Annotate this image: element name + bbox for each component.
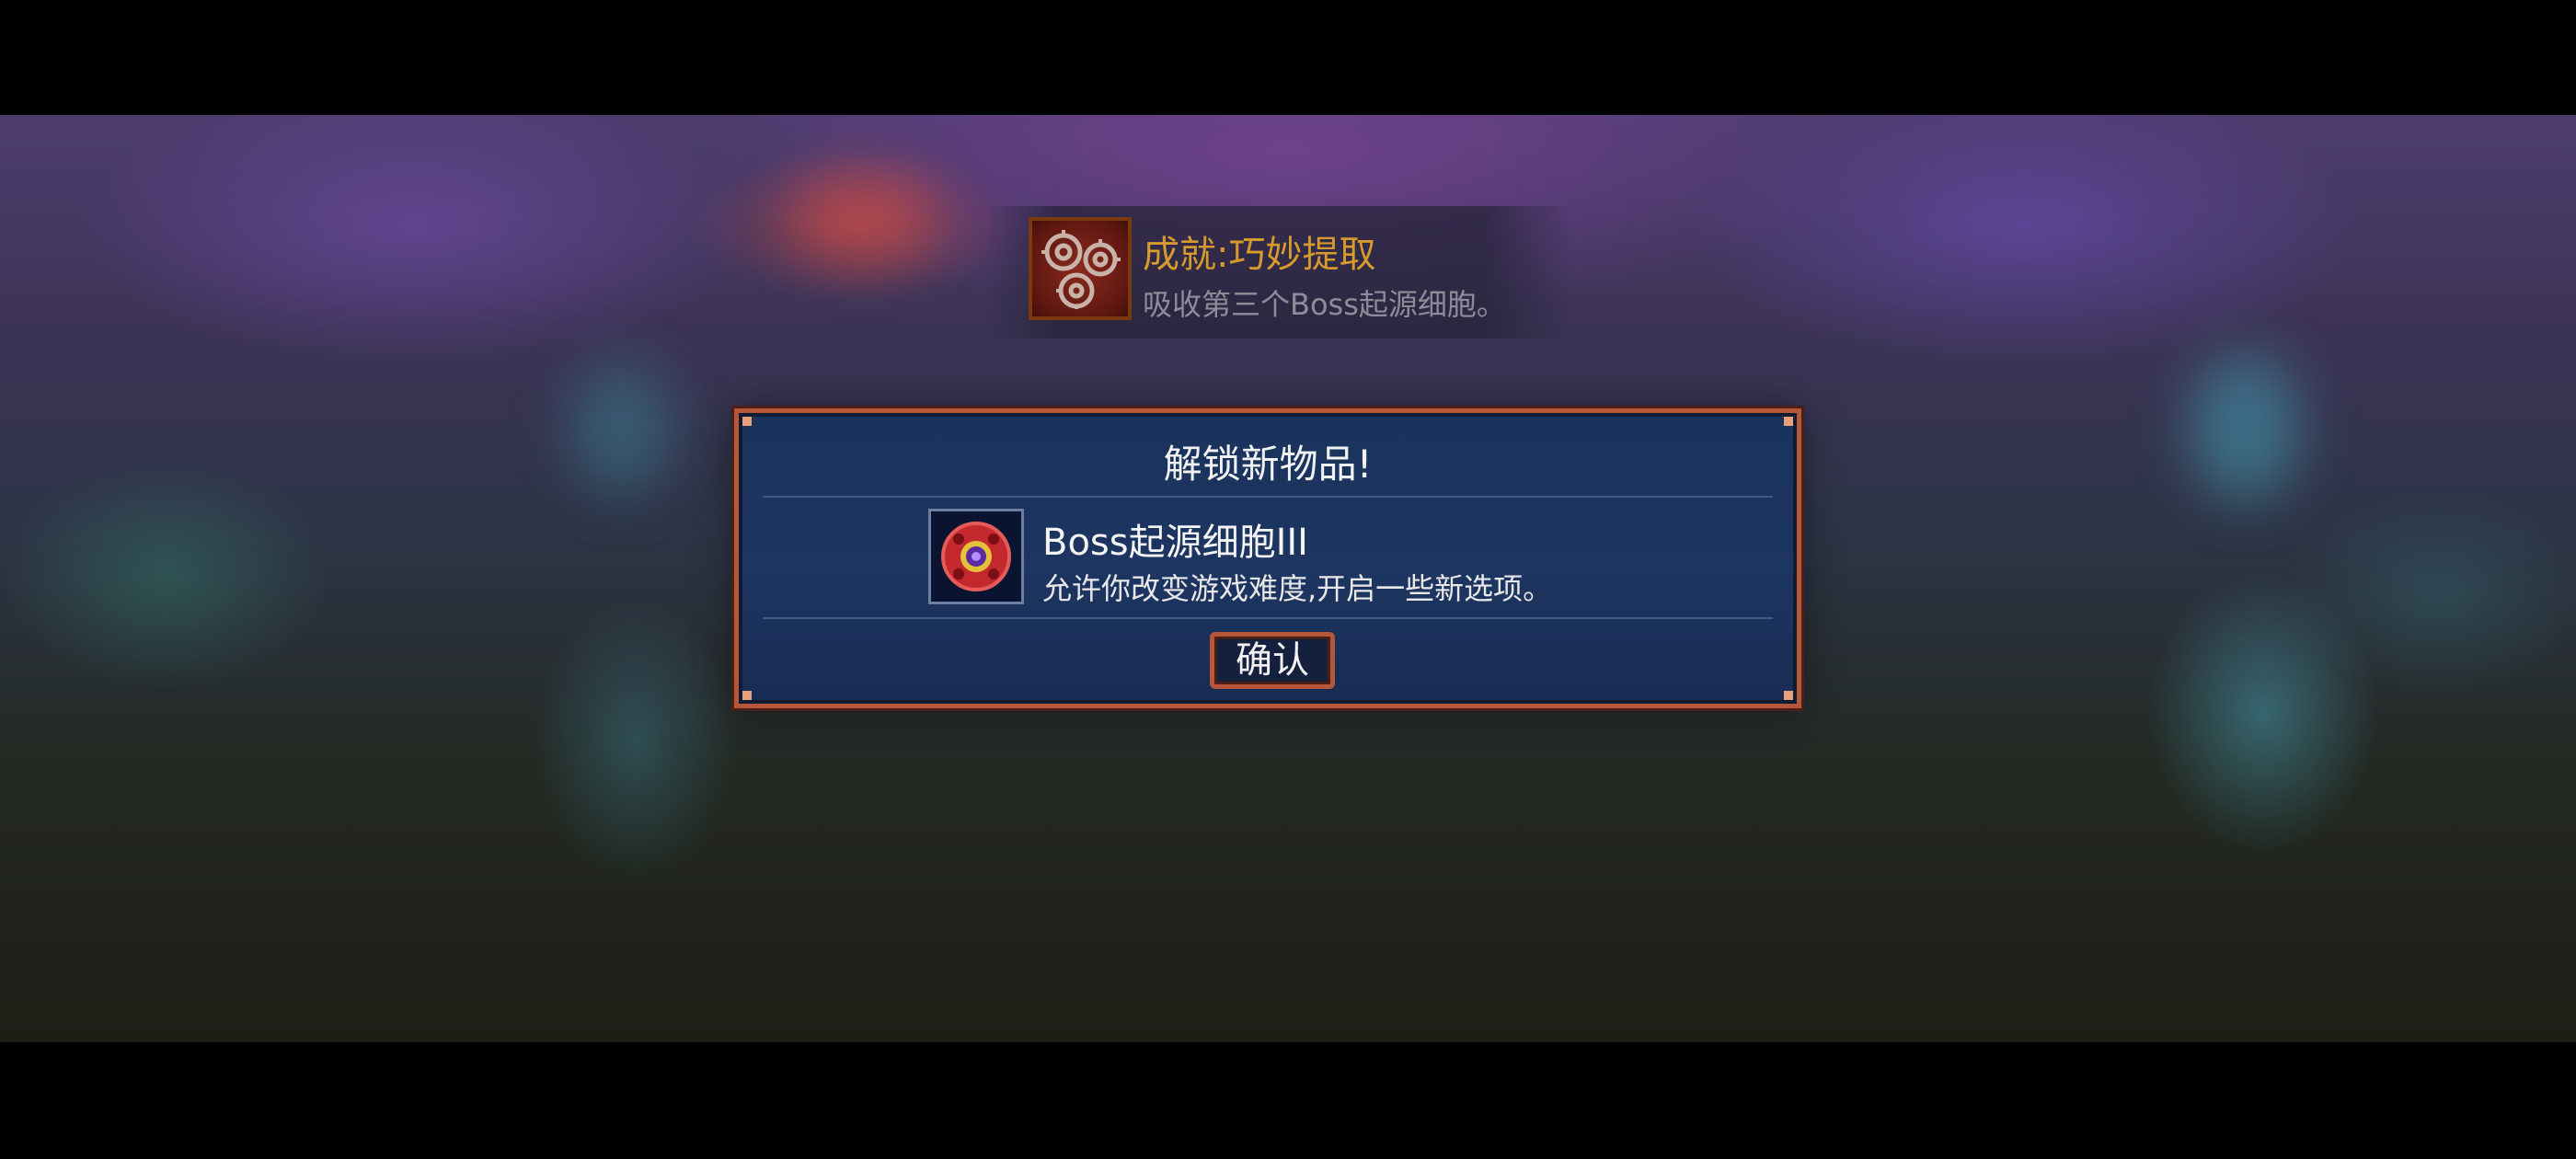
boss-cell-icon (928, 509, 1024, 604)
dialog-corner (1784, 691, 1793, 700)
dialog-corner (742, 417, 752, 426)
letterbox-top (0, 0, 2576, 115)
divider (763, 617, 1773, 619)
dialog-corner (1784, 417, 1793, 426)
background-glow (791, 170, 938, 262)
gears-achievement-icon (1029, 217, 1132, 320)
letterbox-bottom (0, 1042, 2576, 1159)
item-name: Boss起源细胞III (1042, 522, 1308, 564)
dialog-title: 解锁新物品! (1163, 442, 1373, 487)
background-glow (570, 363, 672, 492)
unlock-dialog: 解锁新物品! Boss起源细胞III 允许你改变游戏难度,开启一些新选项。 确认 (734, 408, 1801, 708)
item-description: 允许你改变游戏难度,开启一些新选项。 (1042, 571, 1553, 606)
confirm-button[interactable]: 确认 (1210, 632, 1335, 689)
divider (763, 496, 1773, 498)
background-glow (2190, 354, 2300, 501)
dialog-corner (742, 691, 752, 700)
achievement-toast: 成就:巧妙提取 吸收第三个Boss起源细胞。 (984, 206, 1573, 339)
achievement-title: 成就:巧妙提取 (1143, 234, 1376, 276)
achievement-description: 吸收第三个Boss起源细胞。 (1143, 287, 1506, 322)
